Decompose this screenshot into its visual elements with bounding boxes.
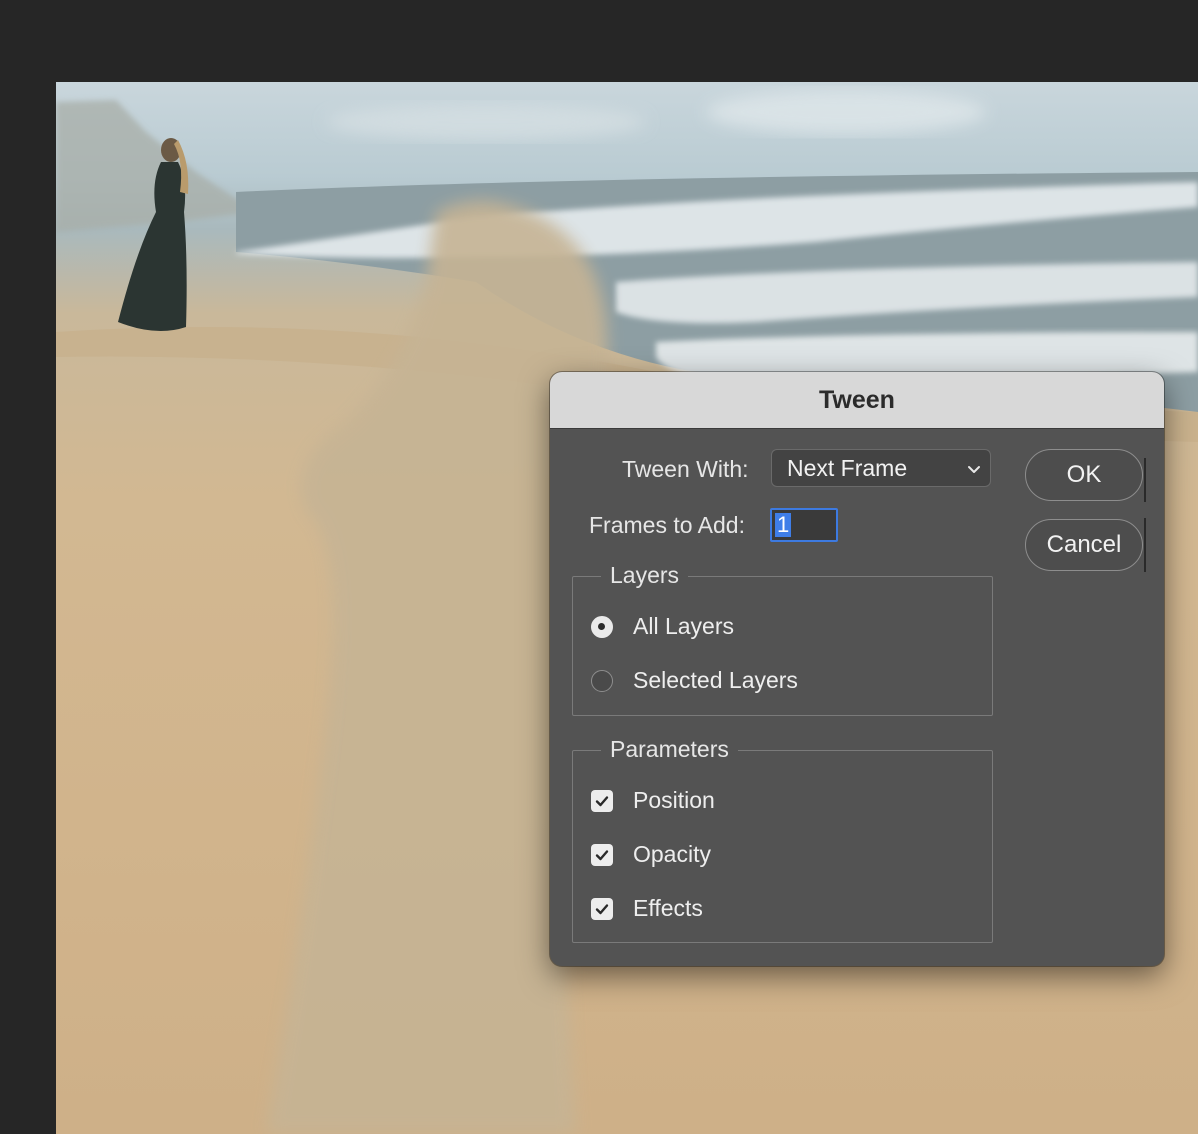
parameters-group: Parameters Position Opacity Effects	[572, 735, 993, 943]
cancel-button-edge	[1144, 518, 1146, 572]
chevron-down-icon	[968, 466, 980, 473]
selected-layers-radio[interactable]	[591, 669, 613, 692]
opacity-label: Opacity	[633, 841, 711, 867]
tween-with-label: Tween With:	[622, 456, 749, 482]
all-layers-radio[interactable]	[591, 615, 613, 638]
dialog-titlebar[interactable]: Tween	[550, 372, 1164, 429]
parameters-legend: Parameters	[601, 735, 738, 763]
effects-checkbox[interactable]	[591, 897, 613, 920]
selected-layers-label: Selected Layers	[633, 667, 798, 693]
checkmark-icon	[595, 903, 609, 914]
opacity-checkbox[interactable]	[591, 843, 613, 866]
selected-layers-option[interactable]: Selected Layers	[591, 667, 798, 694]
tween-dialog: Tween Tween With: Next Frame Frames to A…	[550, 372, 1164, 966]
tween-with-value: Next Frame	[787, 454, 908, 481]
checkmark-icon	[595, 849, 609, 860]
opacity-option[interactable]: Opacity	[591, 841, 711, 868]
all-layers-label: All Layers	[633, 613, 734, 639]
position-checkbox[interactable]	[591, 789, 613, 812]
effects-option[interactable]: Effects	[591, 895, 703, 922]
checkmark-icon	[595, 795, 609, 806]
tween-with-select[interactable]: Next Frame	[771, 449, 991, 487]
frames-to-add-value: 1	[775, 512, 792, 537]
ok-button-edge	[1144, 458, 1146, 502]
position-label: Position	[633, 787, 715, 813]
layers-legend: Layers	[601, 561, 689, 589]
cancel-button[interactable]: Cancel	[1025, 519, 1143, 571]
ok-button[interactable]: OK	[1025, 449, 1143, 501]
position-option[interactable]: Position	[591, 787, 715, 814]
all-layers-option[interactable]: All Layers	[591, 613, 734, 640]
layers-group: Layers All Layers Selected Layers	[572, 561, 993, 716]
effects-label: Effects	[633, 895, 703, 921]
dialog-title: Tween	[819, 385, 895, 414]
frames-to-add-input[interactable]: 1	[770, 508, 838, 542]
frames-to-add-label: Frames to Add:	[589, 512, 745, 538]
